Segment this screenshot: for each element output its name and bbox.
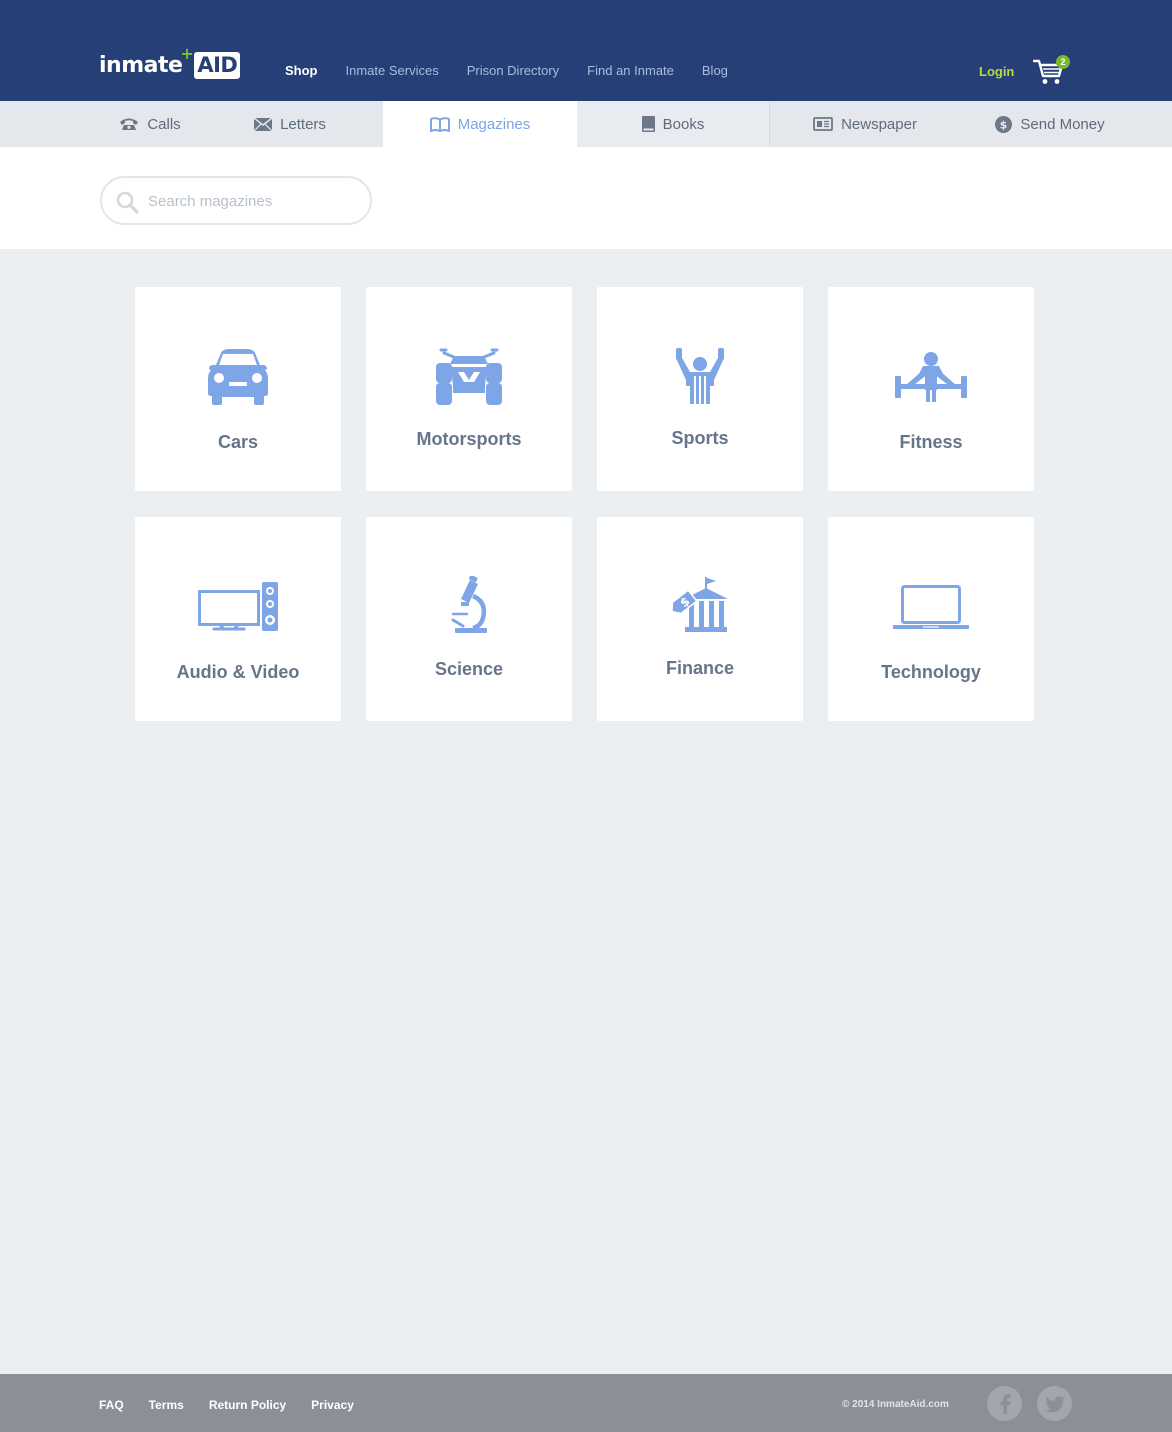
category-label: Motorsports [416,429,522,449]
footer-links: FAQ Terms Return Policy Privacy [99,1398,354,1412]
twitter-icon [1044,1395,1065,1412]
phone-icon [120,118,139,130]
search-box [100,176,372,225]
facebook-button[interactable] [987,1386,1022,1421]
tab-label: Calls [147,115,181,133]
facebook-icon [1000,1394,1010,1414]
nav-inmate-services[interactable]: Inmate Services [346,63,439,78]
top-navigation-bar: inmate + AID Shop Inmate Services Prison D… [0,0,1172,101]
car-icon [208,349,268,405]
category-label: Sports [671,428,729,448]
open-book-icon [429,116,450,132]
twitter-button[interactable] [1037,1386,1072,1421]
microscope-icon [451,576,487,633]
nav-shop[interactable]: Shop [285,63,318,78]
tab-label: Newspaper [841,115,917,133]
laptop-icon [893,585,969,629]
cart-count-badge: 2 [1056,55,1070,69]
footer: FAQ Terms Return Policy Privacy © 2014 I… [0,1374,1172,1432]
search-section [0,147,1172,249]
category-card-sports[interactable]: Sports [597,287,803,491]
nav-blog[interactable]: Blog [702,63,728,78]
tab-newspaper[interactable]: Newspaper [790,101,940,147]
footer-link-terms[interactable]: Terms [149,1398,184,1412]
tab-label: Letters [280,115,326,133]
inmateaid-logo[interactable]: inmate + AID [99,44,241,80]
category-label: Science [434,659,504,679]
category-label: Cars [217,432,259,452]
category-card-finance[interactable]: $ Finance [597,517,803,721]
atv-icon [436,348,502,405]
category-card-technology[interactable]: Technology [828,517,1034,721]
weightlifter-icon [895,352,967,402]
bank-icon: $ [672,577,728,632]
category-label: Fitness [899,432,963,452]
category-label: Finance [665,658,735,678]
nav-prison-directory[interactable]: Prison Directory [467,63,559,78]
tab-label: Books [662,115,705,133]
newspaper-icon [813,117,833,131]
category-label: Audio & Video [176,662,300,682]
logo-plus: + [180,43,194,63]
book-icon [641,116,655,132]
logo-text: inmate [99,52,183,78]
category-card-motorsports[interactable]: Motorsports [366,287,572,491]
tab-books[interactable]: Books [577,101,770,147]
search-icon [116,191,139,214]
category-card-fitness[interactable]: Fitness [828,287,1034,491]
category-tabs: Calls Letters Magazines Books Newspaper [0,101,1172,147]
tab-letters[interactable]: Letters [240,101,340,147]
category-card-science[interactable]: Science [366,517,572,721]
dollar-icon: $ [995,115,1013,133]
login-link[interactable]: Login [979,64,1014,79]
category-label: Technology [881,662,981,682]
tab-send-money[interactable]: $ Send Money [975,101,1125,147]
footer-link-faq[interactable]: FAQ [99,1398,124,1412]
footer-link-privacy[interactable]: Privacy [311,1398,354,1412]
category-card-cars[interactable]: Cars [135,287,341,491]
logo-aid-text: AID [194,51,241,79]
search-input[interactable] [148,190,348,212]
tab-magazines[interactable]: Magazines [383,101,577,147]
tab-calls[interactable]: Calls [100,101,200,147]
tv-speaker-icon [198,582,278,631]
footer-link-return-policy[interactable]: Return Policy [209,1398,286,1412]
tab-label: Magazines [457,115,531,133]
tab-label: Send Money [1020,115,1105,133]
envelope-icon [254,117,273,131]
cart-button[interactable]: 2 [1032,55,1070,86]
main-navigation: Shop Inmate Services Prison Directory Fi… [285,63,728,78]
referee-icon [676,348,724,404]
svg-text:$: $ [1000,118,1008,131]
nav-find-an-inmate[interactable]: Find an Inmate [587,63,674,78]
copyright-text: © 2014 InmateAid.com [842,1399,949,1410]
category-card-audio-video[interactable]: Audio & Video [135,517,341,721]
